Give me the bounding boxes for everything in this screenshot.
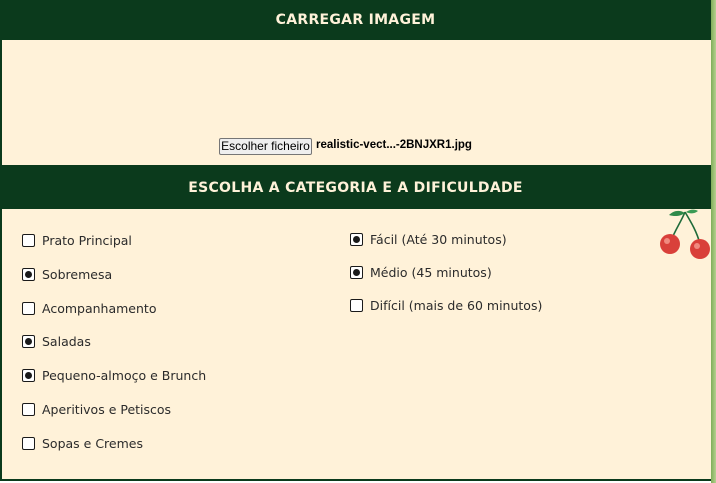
category-label: Sobremesa <box>42 267 113 282</box>
category-label: Prato Principal <box>42 233 132 248</box>
category-checkbox[interactable] <box>22 234 35 247</box>
difficulty-option-facil[interactable]: Fácil (Até 30 minutos) <box>350 232 507 247</box>
category-label: Acompanhamento <box>42 301 157 316</box>
category-checkbox[interactable] <box>22 268 35 281</box>
cherries-icon <box>660 209 710 259</box>
difficulty-checkbox[interactable] <box>350 266 363 279</box>
category-label: Aperitivos e Petiscos <box>42 402 172 417</box>
selected-file-name: realistic-vect...-2BNJXR1.jpg <box>316 139 472 151</box>
upload-section: Escolher ficheiro realistic-vect...-2BNJ… <box>0 40 711 165</box>
category-checkbox[interactable] <box>22 302 35 315</box>
category-checkbox[interactable] <box>22 403 35 416</box>
category-label: Sopas e Cremes <box>42 436 143 451</box>
category-option-prato-principal[interactable]: Prato Principal <box>22 233 132 248</box>
category-label: Saladas <box>42 334 91 349</box>
category-option-sopas[interactable]: Sopas e Cremes <box>22 436 143 451</box>
upload-section-title: CARREGAR IMAGEM <box>0 0 711 40</box>
choose-file-button[interactable]: Escolher ficheiro <box>219 138 312 155</box>
difficulty-option-medio[interactable]: Médio (45 minutos) <box>350 265 492 280</box>
category-checkbox[interactable] <box>22 335 35 348</box>
category-option-saladas[interactable]: Saladas <box>22 334 91 349</box>
category-option-pequeno-almoco[interactable]: Pequeno-almoço e Brunch <box>22 368 206 383</box>
difficulty-option-dificil[interactable]: Difícil (mais de 60 minutos) <box>350 298 542 313</box>
difficulty-checkbox[interactable] <box>350 299 363 312</box>
category-label: Pequeno-almoço e Brunch <box>42 368 207 383</box>
category-section-title: ESCOLHA A CATEGORIA E A DIFICULDADE <box>0 165 711 209</box>
difficulty-label: Médio (45 minutos) <box>370 265 492 280</box>
category-checkbox[interactable] <box>22 369 35 382</box>
category-option-sobremesa[interactable]: Sobremesa <box>22 267 112 282</box>
difficulty-checkbox[interactable] <box>350 233 363 246</box>
difficulty-label: Fácil (Até 30 minutos) <box>370 232 507 247</box>
category-option-aperitivos[interactable]: Aperitivos e Petiscos <box>22 402 171 417</box>
category-option-acompanhamento[interactable]: Acompanhamento <box>22 301 156 316</box>
difficulty-label: Difícil (mais de 60 minutos) <box>370 298 543 313</box>
category-checkbox[interactable] <box>22 437 35 450</box>
